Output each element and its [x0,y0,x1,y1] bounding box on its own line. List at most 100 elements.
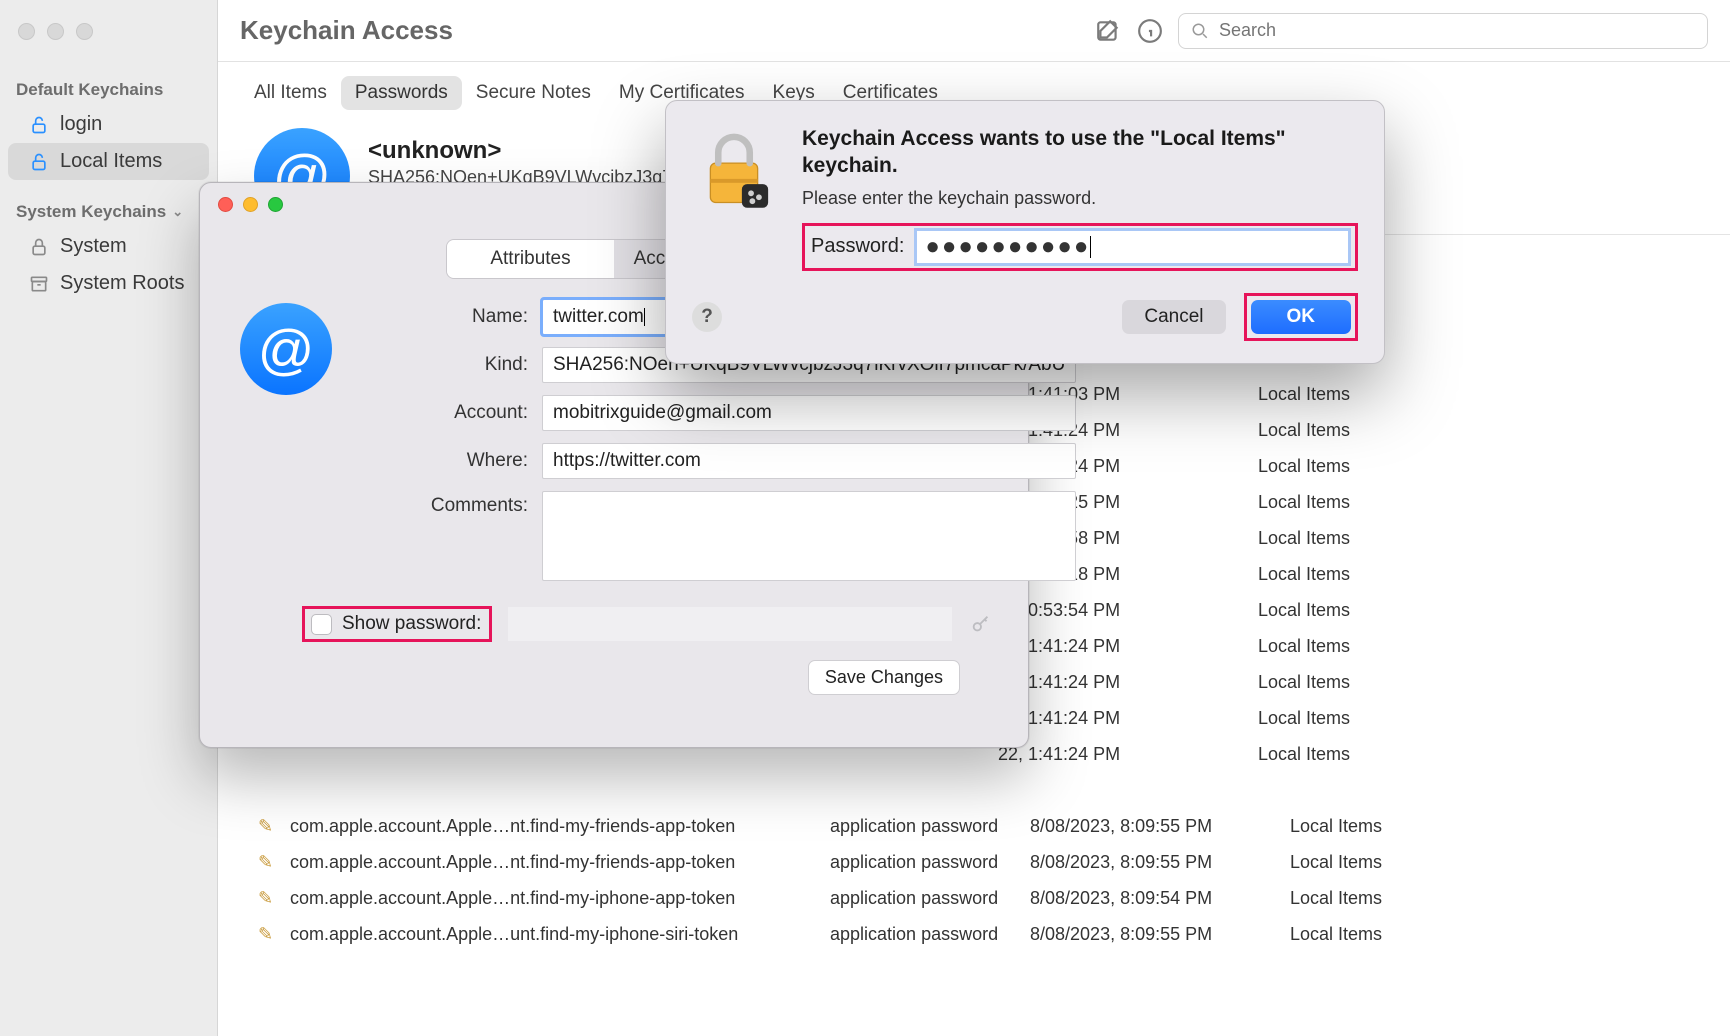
info-icon[interactable] [1136,17,1164,45]
tab-secure-notes[interactable]: Secure Notes [462,76,605,110]
row-date: 22, 1:41:24 PM [998,636,1258,657]
dialog-subtitle: Please enter the keychain password. [802,188,1358,209]
sidebar: Default Keychains login Local Items Syst… [0,62,217,1036]
sidebar-section-label: System Keychains [16,202,166,222]
password-mask: ●●●●●●●●●● [925,233,1090,261]
comments-textarea[interactable] [542,491,1076,581]
cancel-button[interactable]: Cancel [1122,300,1225,334]
at-icon: @ [240,303,332,395]
row-date: 8/08/2023, 8:09:54 PM [1030,888,1290,909]
table-row[interactable]: ✎ com.apple.account.Apple…nt.find-my-frie… [218,844,1730,880]
where-input[interactable]: https://twitter.com [542,443,1076,479]
chevron-down-icon: ⌄ [172,204,183,220]
tab-all-items[interactable]: All Items [240,76,341,110]
content-header: Keychain Access [218,0,1730,62]
sidebar-item-local-items[interactable]: Local Items [8,143,209,180]
tab-attributes[interactable]: Attributes [447,240,614,278]
minimize-icon[interactable] [47,23,64,40]
minimize-icon[interactable] [243,197,258,212]
sidebar-section-default: Default Keychains [0,72,217,106]
label-show-password: Show password: [342,613,481,635]
row-name: com.apple.account.Apple…nt.find-my-iphon… [290,888,830,909]
row-keychain: Local Items [1258,492,1398,513]
row-date: 22, 1:41:24 PM [998,672,1258,693]
close-icon[interactable] [218,197,233,212]
row-date: 22, 1:41:24 PM [998,744,1258,765]
sidebar-item-system-roots[interactable]: System Roots [8,265,209,302]
sidebar-item-login[interactable]: login [8,106,209,143]
password-display[interactable] [508,607,952,641]
lock-open-icon [28,152,50,172]
label-kind: Kind: [332,354,542,376]
note-icon: ✎ [258,888,280,909]
window-controls-inactive [18,23,93,40]
row-keychain: Local Items [1258,420,1398,441]
zoom-icon[interactable] [268,197,283,212]
lock-icon [28,237,50,257]
label-password: Password: [811,235,904,258]
sidebar-item-system[interactable]: System [8,228,209,265]
key-icon[interactable] [970,613,996,635]
row-keychain: Local Items [1258,384,1398,405]
row-keychain: Local Items [1290,852,1430,873]
table-row[interactable]: ✎ com.apple.account.Apple…nt.find-my-ipho… [218,880,1730,916]
show-password-row: Show password: [302,606,996,642]
row-name: com.apple.account.Apple…unt.find-my-ipho… [290,924,830,945]
keychain-password-dialog: Keychain Access wants to use the "Local … [665,100,1385,364]
ok-button[interactable]: OK [1251,300,1352,334]
compose-icon[interactable] [1094,17,1122,45]
row-keychain: Local Items [1258,636,1398,657]
row-keychain: Local Items [1258,600,1398,621]
lock-open-icon [28,115,50,135]
row-date: 2, 10:53:54 PM [998,600,1258,621]
note-icon: ✎ [258,852,280,873]
note-icon: ✎ [258,924,280,945]
row-keychain: Local Items [1258,744,1398,765]
row-name: com.apple.account.Apple…nt.find-my-frien… [290,816,830,837]
name-value: twitter.com [553,306,644,327]
row-keychain: Local Items [1290,888,1430,909]
row-kind: application password [830,888,1030,909]
help-button[interactable]: ? [692,302,722,332]
account-input[interactable]: mobitrixguide@gmail.com [542,395,1076,431]
row-kind: application password [830,852,1030,873]
row-keychain: Local Items [1258,564,1398,585]
row-name: com.apple.account.Apple…nt.find-my-frien… [290,852,830,873]
close-icon[interactable] [18,23,35,40]
sidebar-item-label: System Roots [60,272,184,295]
table-row[interactable]: ✎ com.apple.account.Apple…unt.find-my-iph… [218,916,1730,952]
app-title: Keychain Access [240,15,1080,46]
sidebar-item-label: login [60,113,102,136]
label-where: Where: [332,450,542,472]
search-field[interactable] [1178,13,1708,49]
search-icon [1191,22,1209,40]
tab-passwords[interactable]: Passwords [341,76,462,110]
zoom-icon[interactable] [76,23,93,40]
label-comments: Comments: [332,491,542,517]
row-keychain: Local Items [1290,924,1430,945]
note-icon: ✎ [258,816,280,837]
label-name: Name: [332,306,542,328]
archive-icon [28,274,50,294]
highlight-show-password: Show password: [302,606,492,642]
sidebar-item-label: System [60,235,127,258]
row-date: 8/08/2023, 8:09:55 PM [1030,816,1290,837]
keychain-password-input[interactable]: ●●●●●●●●●● [916,230,1349,264]
row-date: 8/08/2023, 8:09:55 PM [1030,852,1290,873]
table-row[interactable]: ✎ com.apple.account.Apple…nt.find-my-frie… [218,808,1730,844]
search-input[interactable] [1217,19,1695,42]
sidebar-section-system[interactable]: System Keychains ⌄ [0,194,217,228]
highlight-ok-button: OK [1244,293,1359,341]
row-kind: application password [830,816,1030,837]
dialog-title: Keychain Access wants to use the "Local … [802,125,1358,180]
row-date: 22, 1:41:24 PM [998,708,1258,729]
lock-keychain-icon [692,129,780,271]
row-keychain: Local Items [1258,672,1398,693]
row-keychain: Local Items [1258,708,1398,729]
sidebar-item-label: Local Items [60,150,162,173]
save-changes-button[interactable]: Save Changes [808,660,960,695]
row-keychain: Local Items [1258,456,1398,477]
sidebar-section-label: Default Keychains [16,80,163,100]
show-password-checkbox[interactable] [311,614,332,635]
row-date: 8/08/2023, 8:09:55 PM [1030,924,1290,945]
